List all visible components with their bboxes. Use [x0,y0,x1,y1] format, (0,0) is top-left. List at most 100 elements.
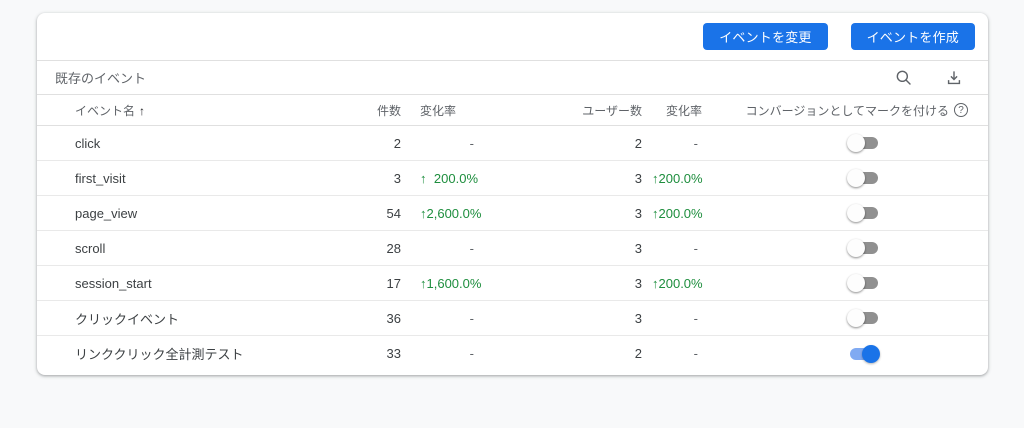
users-change-value: - [693,135,698,151]
count-change-value: 2,600.0% [426,205,482,221]
header-users-change-label: 変化率 [665,103,702,118]
conversion-cell [702,133,988,153]
conversion-cell [702,238,988,258]
count-change-cell: ↑ 1,600.0% [403,276,481,291]
table-body: click 2 - 2 - first_visit 3 ↑ 200.0% 3 ↑… [37,126,988,371]
users-change-value: 200.0% [658,205,703,221]
header-conversion-label: コンバージョンとしてマークを付ける [745,103,949,118]
event-count: 3 [393,170,401,186]
toggle-knob [847,134,865,152]
event-name: scroll [75,240,106,256]
toggle-knob [847,239,865,257]
existing-events-bar: 既存のイベント [37,61,988,95]
toolbar: イベントを変更 イベントを作成 [37,13,988,61]
toggle-knob [847,169,865,187]
event-name: page_view [75,205,138,221]
event-count: 28 [386,240,401,256]
event-count: 54 [386,205,401,221]
event-count: 17 [386,275,401,291]
conversion-cell [702,344,988,364]
create-event-button[interactable]: イベントを作成 [850,23,975,50]
conversion-toggle[interactable] [847,203,880,223]
sort-ascending-icon: ↑ [139,103,146,118]
count-change-cell: ↑ 2,600.0% [403,206,481,221]
users-change-cell: ↑ 200.0% [644,275,703,291]
table-row: click 2 - 2 - [37,126,988,161]
conversion-cell [702,273,988,293]
conversion-cell [702,168,988,188]
toggle-knob [847,309,865,327]
table-row: リンククリック全計測テスト 33 - 2 - [37,336,988,371]
conversion-toggle[interactable] [847,308,880,328]
event-name: session_start [75,275,152,291]
header-count: 件数 [376,103,401,118]
header-event-name-label: イベント名 [75,103,136,118]
conversion-cell [702,203,988,223]
conversion-toggle[interactable] [847,168,880,188]
search-icon[interactable] [894,68,914,88]
users-change-value: - [693,346,698,361]
header-count-change-label: 変化率 [420,103,457,118]
event-count: 33 [386,346,401,361]
event-users: 3 [634,310,642,326]
header-event-name[interactable]: イベント名 ↑ [37,102,363,119]
modify-event-button[interactable]: イベントを変更 [703,23,828,50]
conversion-toggle[interactable] [847,273,880,293]
toggle-knob [847,274,865,292]
table-header-row: イベント名 ↑ 件数 変化率 ユーザー数 変化率 コンバージョンとしてマークを付け… [37,95,988,126]
header-users: ユーザー数 [582,103,642,118]
count-change-value: 200.0% [433,170,478,186]
count-change-cell: - [403,346,478,361]
users-change-cell: ↑ 200.0% [644,170,703,186]
toggle-knob [847,204,865,222]
count-change-cell: - [403,311,478,326]
header-count-change: 変化率 [403,102,478,119]
up-arrow-icon: ↑ [420,170,427,186]
event-users: 3 [634,275,642,291]
count-change-value: - [469,346,474,361]
table-row: session_start 17 ↑ 1,600.0% 3 ↑ 200.0% [37,266,988,301]
users-change-value: - [693,310,698,326]
users-change-cell: ↑ 200.0% [644,205,703,221]
event-users: 2 [634,346,642,361]
count-change-value: - [469,310,474,326]
event-name: click [75,135,101,151]
header-conversion: コンバージョンとしてマークを付ける ? [702,102,988,119]
event-name: first_visit [75,170,126,186]
table-row: クリックイベント 36 - 3 - [37,301,988,336]
users-change-value: 200.0% [658,170,703,186]
subheader-icons [894,68,964,88]
conversion-toggle[interactable] [847,238,880,258]
download-icon[interactable] [944,68,964,88]
count-change-value: - [469,240,474,256]
users-change-cell: - [644,241,702,256]
help-icon[interactable]: ? [954,103,968,117]
users-change-cell: - [644,311,702,326]
event-count: 36 [386,310,401,326]
existing-events-label: 既存のイベント [55,71,147,86]
table-row: scroll 28 - 3 - [37,231,988,266]
table-row: first_visit 3 ↑ 200.0% 3 ↑ 200.0% [37,161,988,196]
users-change-cell: - [644,136,702,151]
event-users: 3 [634,170,642,186]
users-change-value: 200.0% [658,275,703,291]
conversion-cell [702,308,988,328]
users-change-cell: - [644,346,702,361]
event-name: クリックイベント [75,311,180,327]
count-change-cell: ↑ 200.0% [403,171,478,186]
conversion-toggle[interactable] [847,344,880,364]
users-change-value: - [693,240,698,256]
toggle-knob [862,344,880,363]
event-users: 3 [634,205,642,221]
count-change-value: - [469,135,474,151]
events-card: イベントを変更 イベントを作成 既存のイベント イベント名 ↑ 件数 変化率 ユー… [37,13,988,375]
event-name: リンククリック全計測テスト [75,347,244,362]
conversion-toggle[interactable] [847,133,880,153]
count-change-cell: - [403,241,478,256]
count-change-value: 1,600.0% [426,275,482,291]
event-users: 2 [634,135,642,151]
count-change-cell: - [403,136,478,151]
event-count: 2 [393,135,401,151]
event-users: 3 [634,240,642,256]
header-users-change: 変化率 [644,102,702,119]
